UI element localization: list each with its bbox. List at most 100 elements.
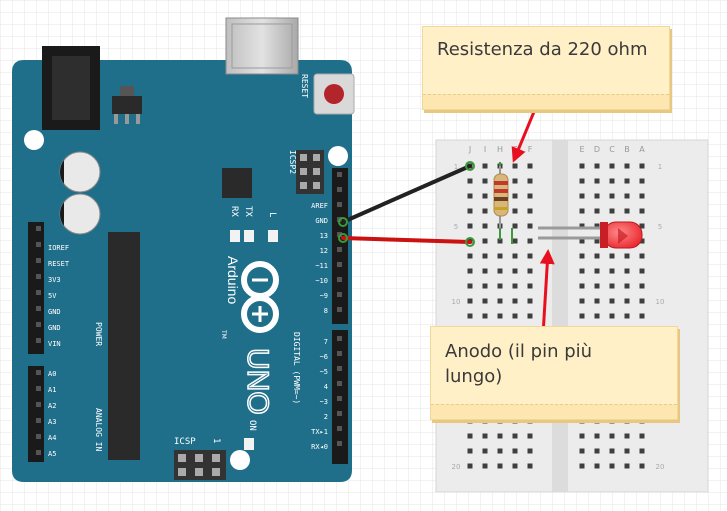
breadboard-hole	[482, 178, 488, 184]
breadboard-hole	[482, 238, 488, 244]
power-pin-label: VIN	[48, 340, 61, 348]
rx-led	[230, 230, 240, 242]
anode-callout-line1: Anodo (il pin più	[445, 341, 593, 362]
breadboard-hole	[609, 433, 615, 439]
breadboard-hole	[467, 268, 473, 274]
breadboard-hole	[579, 268, 585, 274]
breadboard-hole	[639, 433, 645, 439]
pin-hole	[36, 402, 41, 407]
breadboard-hole	[512, 178, 518, 184]
breadboard-hole	[482, 283, 488, 289]
breadboard-hole	[467, 223, 473, 229]
breadboard-hole	[609, 178, 615, 184]
digital-pin-label: ~10	[315, 277, 328, 285]
pin-hole	[337, 172, 342, 177]
pin-hole	[36, 322, 41, 327]
breadboard-column-letter: H	[497, 145, 503, 154]
icsp2-header	[296, 150, 324, 194]
breadboard-hole	[639, 193, 645, 199]
digital-label: DIGITAL (PWM=~)	[292, 332, 301, 404]
breadboard-hole	[624, 163, 630, 169]
breadboard-hole	[512, 463, 518, 469]
breadboard-hole	[594, 178, 600, 184]
resistor-callout: Resistenza da 220 ohm	[422, 26, 670, 110]
pin-hole	[337, 411, 342, 416]
uno-model-label: UNO	[241, 348, 274, 415]
breadboard-hole	[482, 193, 488, 199]
breadboard-row-number: 1	[658, 163, 662, 171]
breadboard-hole	[624, 283, 630, 289]
pin-hole	[36, 306, 41, 311]
breadboard-hole	[497, 448, 503, 454]
breadboard-hole	[624, 268, 630, 274]
breadboard-hole	[512, 283, 518, 289]
breadboard-hole	[624, 298, 630, 304]
breadboard-hole	[624, 463, 630, 469]
breadboard-row-number: 10	[656, 298, 665, 306]
breadboard-hole	[609, 208, 615, 214]
breadboard-row-number: 5	[454, 223, 458, 231]
breadboard-column-letter: C	[609, 145, 615, 154]
breadboard-hole	[467, 253, 473, 259]
breadboard-hole	[579, 433, 585, 439]
analog-pin-label: A3	[48, 418, 56, 426]
breadboard-hole	[624, 178, 630, 184]
breadboard-hole	[482, 298, 488, 304]
breadboard-hole	[467, 433, 473, 439]
pin-hole	[36, 242, 41, 247]
atmega-chip	[108, 232, 140, 460]
breadboard-hole	[512, 238, 518, 244]
pin-hole	[337, 277, 342, 282]
usb-chip	[222, 168, 252, 198]
pin-hole	[337, 426, 342, 431]
power-pin-label: GND	[48, 324, 61, 332]
breadboard-hole	[512, 223, 518, 229]
rx-label: RX	[229, 206, 239, 217]
digital-pin-label: ~11	[315, 262, 328, 270]
breadboard-hole	[482, 433, 488, 439]
breadboard-hole	[579, 253, 585, 259]
breadboard-hole	[527, 253, 533, 259]
pin-hole	[337, 351, 342, 356]
breadboard-hole	[467, 463, 473, 469]
digital-pin-label: ~3	[320, 398, 328, 406]
capacitor-2	[59, 193, 101, 235]
l-led	[268, 230, 278, 242]
breadboard-column-letter: F	[528, 145, 533, 154]
resistor-callout-footer	[423, 94, 669, 109]
reset-button[interactable]	[313, 73, 355, 115]
breadboard-hole	[482, 448, 488, 454]
pin-hole	[36, 386, 41, 391]
breadboard-hole	[579, 298, 585, 304]
breadboard-row-number: 5	[658, 223, 662, 231]
power-pin-label: IOREF	[48, 244, 69, 252]
breadboard-hole	[579, 193, 585, 199]
breadboard-hole	[609, 298, 615, 304]
digital-pin-label: ~6	[320, 353, 328, 361]
on-led	[244, 438, 254, 450]
arduino-uno-board: RESET ICSP2 L TX RX Arduino TM UNO ON IC…	[12, 17, 355, 482]
breadboard-hole	[497, 298, 503, 304]
l-label: L	[267, 212, 277, 217]
breadboard-hole	[579, 448, 585, 454]
breadboard-hole	[482, 313, 488, 319]
digital-pin-label: ~9	[320, 292, 328, 300]
breadboard-hole	[594, 313, 600, 319]
breadboard-hole	[527, 268, 533, 274]
breadboard-hole	[527, 178, 533, 184]
icsp-header	[174, 450, 226, 480]
breadboard-hole	[609, 253, 615, 259]
breadboard-hole	[527, 163, 533, 169]
pin-hole	[337, 292, 342, 297]
pin-hole	[337, 262, 342, 267]
breadboard-hole	[527, 283, 533, 289]
breadboard-hole	[609, 448, 615, 454]
pin-hole	[337, 202, 342, 207]
tx-label: TX	[243, 206, 253, 217]
analog-pin-label: A1	[48, 386, 56, 394]
analog-pin-label: A5	[48, 450, 56, 458]
pin-hole	[36, 258, 41, 263]
capacitor-1	[59, 151, 101, 193]
digital-pin-label: RX◂0	[311, 443, 328, 451]
breadboard-hole	[594, 253, 600, 259]
